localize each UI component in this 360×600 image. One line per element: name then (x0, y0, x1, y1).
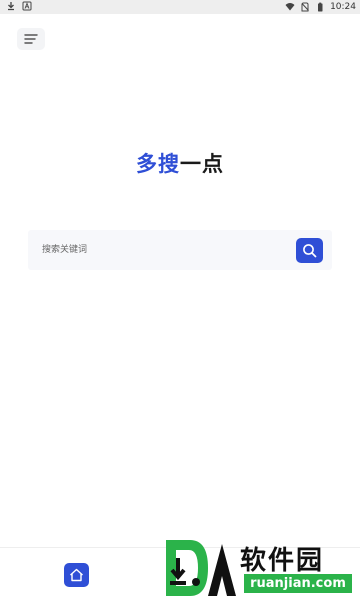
search-input[interactable] (42, 240, 272, 260)
wifi-icon (285, 3, 295, 11)
logo-text-black: 一点 (180, 152, 224, 176)
home-icon (70, 568, 83, 582)
watermark: 软件园 ruanjian.com (160, 538, 360, 600)
battery-icon (318, 2, 323, 12)
watermark-logo-icon (166, 540, 236, 596)
status-bar-left (6, 1, 32, 11)
menu-icon (24, 34, 38, 44)
watermark-url: ruanjian.com (244, 574, 352, 593)
nav-home-button[interactable] (64, 563, 89, 587)
logo-text-blue: 多搜 (136, 152, 180, 176)
search-icon (303, 244, 317, 258)
status-bar: 10:24 (0, 0, 360, 14)
status-time: 10:24 (330, 2, 356, 12)
search-bar (28, 230, 332, 270)
status-bar-right: 10:24 (285, 0, 356, 14)
no-sim-icon (301, 2, 309, 12)
download-icon (8, 2, 14, 11)
search-button[interactable] (296, 238, 323, 263)
menu-button[interactable] (17, 28, 45, 50)
notification-a-icon (22, 1, 32, 11)
app-logo: 多搜一点 (0, 148, 360, 178)
watermark-brand: 软件园 (240, 546, 325, 576)
